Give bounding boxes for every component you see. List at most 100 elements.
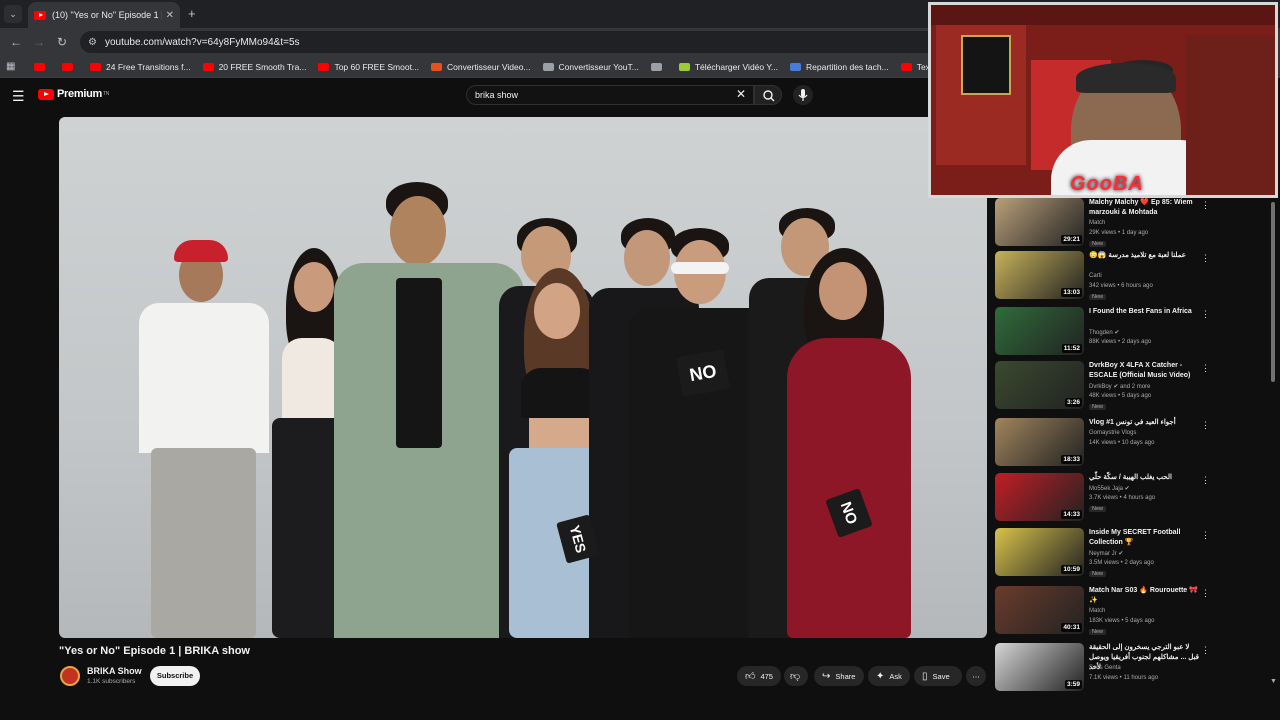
recommended-channel-name[interactable]: DvrkBoy ✔ and 2 more: [1089, 383, 1150, 390]
channel-name[interactable]: BRIKA Show: [87, 666, 142, 676]
more-vertical-icon[interactable]: ⋮: [1201, 475, 1210, 486]
video-thumbnail[interactable]: 14:33: [995, 473, 1084, 521]
recommended-video[interactable]: 13:03 😳😱 عملنا لعبة مع تلاميذ مدرسة Carti 3…: [995, 251, 1280, 307]
more-vertical-icon[interactable]: ⋮: [1201, 420, 1210, 431]
recommended-video-title[interactable]: الحب يغلب الهيبة / سكّة حلّي: [1089, 473, 1201, 483]
recommended-channel-name[interactable]: Sans Genta: [1089, 665, 1121, 671]
more-vertical-icon[interactable]: ⋮: [1201, 645, 1210, 656]
like-button[interactable]: 👍︎ 475: [737, 666, 781, 686]
recommended-video[interactable]: 3:26 DvrkBoy X 4LFA X Catcher - ESCALE (O…: [995, 361, 1280, 417]
channel-avatar[interactable]: [60, 666, 80, 686]
recommended-video-meta: 3.5M views • 2 days ago: [1089, 560, 1154, 566]
video-duration: 10:59: [1061, 565, 1082, 574]
recommended-video[interactable]: 18:33 Vlog #1 أجواء العيد في تونس Gomaystr…: [995, 418, 1280, 474]
recommended-video-title[interactable]: Malchy Malchy ❤️ Ep 85: Wiem marzouki & …: [1089, 198, 1201, 218]
reload-icon[interactable]: ↻: [57, 35, 67, 49]
recommended-video[interactable]: 10:59 Inside My SECRET Football Collectio…: [995, 528, 1280, 584]
recommended-video-title[interactable]: I Found the Best Fans in Africa: [1089, 307, 1201, 317]
bookmark-item[interactable]: Repartition des tach...: [790, 62, 889, 72]
recommended-video-title[interactable]: Match Nar S03 🔥 Rourouette 🎀✨: [1089, 586, 1201, 606]
video-duration: 11:52: [1061, 344, 1082, 353]
logo-text: Premium: [57, 88, 102, 100]
video-thumbnail[interactable]: 13:03: [995, 251, 1084, 299]
url-text: youtube.com/watch?v=64y8FyMMo94&t=5s: [104, 36, 300, 48]
recommended-video-meta: 88K views • 2 days ago: [1089, 339, 1152, 345]
bookmark-item[interactable]: [34, 62, 50, 72]
forward-arrow-icon[interactable]: →: [33, 35, 45, 49]
recommended-video[interactable]: 40:31 Match Nar S03 🔥 Rourouette 🎀✨ Match 1…: [995, 586, 1280, 642]
recommended-video[interactable]: 29:21 Malchy Malchy ❤️ Ep 85: Wiem marzou…: [995, 198, 1280, 254]
site-info-icon[interactable]: ⚙: [88, 37, 97, 48]
video-duration: 13:03: [1061, 288, 1082, 297]
recommended-channel-name[interactable]: Neymar Jr ✔: [1089, 550, 1123, 557]
bookmark-favicon-icon: [900, 62, 912, 71]
recommended-channel-name[interactable]: Carti: [1089, 273, 1102, 279]
clear-search-icon[interactable]: ✕: [736, 87, 746, 101]
bookmark-item[interactable]: Convertisseur YouT...: [542, 62, 639, 72]
tab-search-icon[interactable]: ⌄: [4, 5, 22, 23]
video-thumbnail[interactable]: 10:59: [995, 528, 1084, 576]
video-thumbnail[interactable]: 40:31: [995, 586, 1084, 634]
recommended-channel-name[interactable]: Match: [1089, 220, 1105, 226]
youtube-logo-icon: [38, 88, 54, 100]
video-thumbnail[interactable]: 29:21: [995, 198, 1084, 246]
recommended-video[interactable]: 11:52 I Found the Best Fans in Africa Thog…: [995, 307, 1280, 363]
bookmark-item[interactable]: [650, 62, 667, 72]
sparkle-icon: ✦: [876, 670, 885, 682]
voice-search-button[interactable]: [793, 85, 813, 105]
subscribe-button[interactable]: Subscribe: [150, 666, 200, 686]
video-thumbnail[interactable]: 3:26: [995, 361, 1084, 409]
recommended-video-title[interactable]: Inside My SECRET Football Collection 🏆: [1089, 528, 1201, 548]
video-thumbnail[interactable]: 18:33: [995, 418, 1084, 466]
thumbs-up-icon: 👍︎: [745, 671, 756, 682]
search-button[interactable]: [754, 85, 782, 105]
recommended-video-title[interactable]: Vlog #1 أجواء العيد في تونس: [1089, 418, 1201, 428]
recommended-channel-name[interactable]: Thogden ✔: [1089, 329, 1119, 336]
video-player[interactable]: NO NO YES: [59, 117, 987, 638]
bookmark-item[interactable]: Télécharger Vidéo Y...: [678, 62, 778, 72]
scroll-down-icon[interactable]: ▼: [1270, 678, 1277, 685]
recommended-video[interactable]: 3:59 لا عبو الترجي يسخرون إلى الحقيقة قبل…: [995, 643, 1280, 699]
bookmark-item[interactable]: 24 Free Transitions f...: [90, 62, 191, 72]
menu-icon[interactable]: ☰: [12, 88, 25, 105]
recommended-channel-name[interactable]: Match: [1089, 608, 1105, 614]
more-vertical-icon[interactable]: ⋮: [1201, 530, 1210, 541]
streamer-name: GooBA: [1070, 173, 1144, 195]
more-vertical-icon[interactable]: ⋮: [1201, 588, 1210, 599]
recommended-video-meta: 3.7K views • 4 hours ago: [1089, 495, 1156, 501]
more-vertical-icon[interactable]: ⋮: [1201, 200, 1210, 211]
bookmark-favicon-icon: [650, 62, 662, 71]
bookmark-item[interactable]: 20 FREE Smooth Tra...: [202, 62, 306, 72]
dislike-button[interactable]: 👎︎: [784, 666, 808, 686]
recommended-video[interactable]: 14:33 الحب يغلب الهيبة / سكّة حلّي Mo55ek …: [995, 473, 1280, 529]
more-actions-button[interactable]: ⋯: [966, 666, 986, 686]
new-tab-icon[interactable]: +: [188, 6, 196, 21]
video-duration: 40:31: [1061, 623, 1082, 632]
share-label: Share: [835, 671, 856, 681]
bookmark-item[interactable]: [62, 62, 78, 72]
more-vertical-icon[interactable]: ⋮: [1201, 363, 1210, 374]
recommended-channel-name[interactable]: Mo55ek Jaja ✔: [1089, 485, 1130, 492]
recommended-video-title[interactable]: 😳😱 عملنا لعبة مع تلاميذ مدرسة: [1089, 251, 1201, 261]
ask-button[interactable]: ✦ Ask: [868, 666, 910, 686]
tab-close-icon[interactable]: ✕: [166, 10, 174, 21]
video-thumbnail[interactable]: 3:59: [995, 643, 1084, 691]
apps-grid-icon[interactable]: ▦: [6, 61, 20, 72]
address-bar[interactable]: ⚙ youtube.com/watch?v=64y8FyMMo94&t=5s: [80, 31, 940, 53]
more-vertical-icon[interactable]: ⋮: [1201, 253, 1210, 264]
bookmark-favicon-icon: [202, 62, 214, 71]
search-input[interactable]: brika show: [466, 85, 754, 105]
recommended-channel-name[interactable]: Gomaystrie Vlogs: [1089, 430, 1136, 436]
scrollbar-thumb[interactable]: [1271, 202, 1275, 382]
browser-tab-active[interactable]: (10) "Yes or No" Episode 1 | BRIKA show …: [28, 2, 180, 28]
recommended-video-title[interactable]: DvrkBoy X 4LFA X Catcher - ESCALE (Offic…: [1089, 361, 1201, 381]
subscriber-count: 1.1K subscribers: [87, 678, 136, 685]
bookmark-item[interactable]: Convertisseur Video...: [431, 62, 531, 72]
bookmark-item[interactable]: Top 60 FREE Smoot...: [318, 62, 419, 72]
video-thumbnail[interactable]: 11:52: [995, 307, 1084, 355]
back-arrow-icon[interactable]: ←: [10, 35, 22, 49]
more-vertical-icon[interactable]: ⋮: [1201, 309, 1210, 320]
save-button[interactable]: ▯ Save: [914, 666, 962, 686]
share-button[interactable]: ↪ Share: [814, 666, 864, 686]
youtube-premium-logo[interactable]: Premium TN: [38, 88, 109, 100]
